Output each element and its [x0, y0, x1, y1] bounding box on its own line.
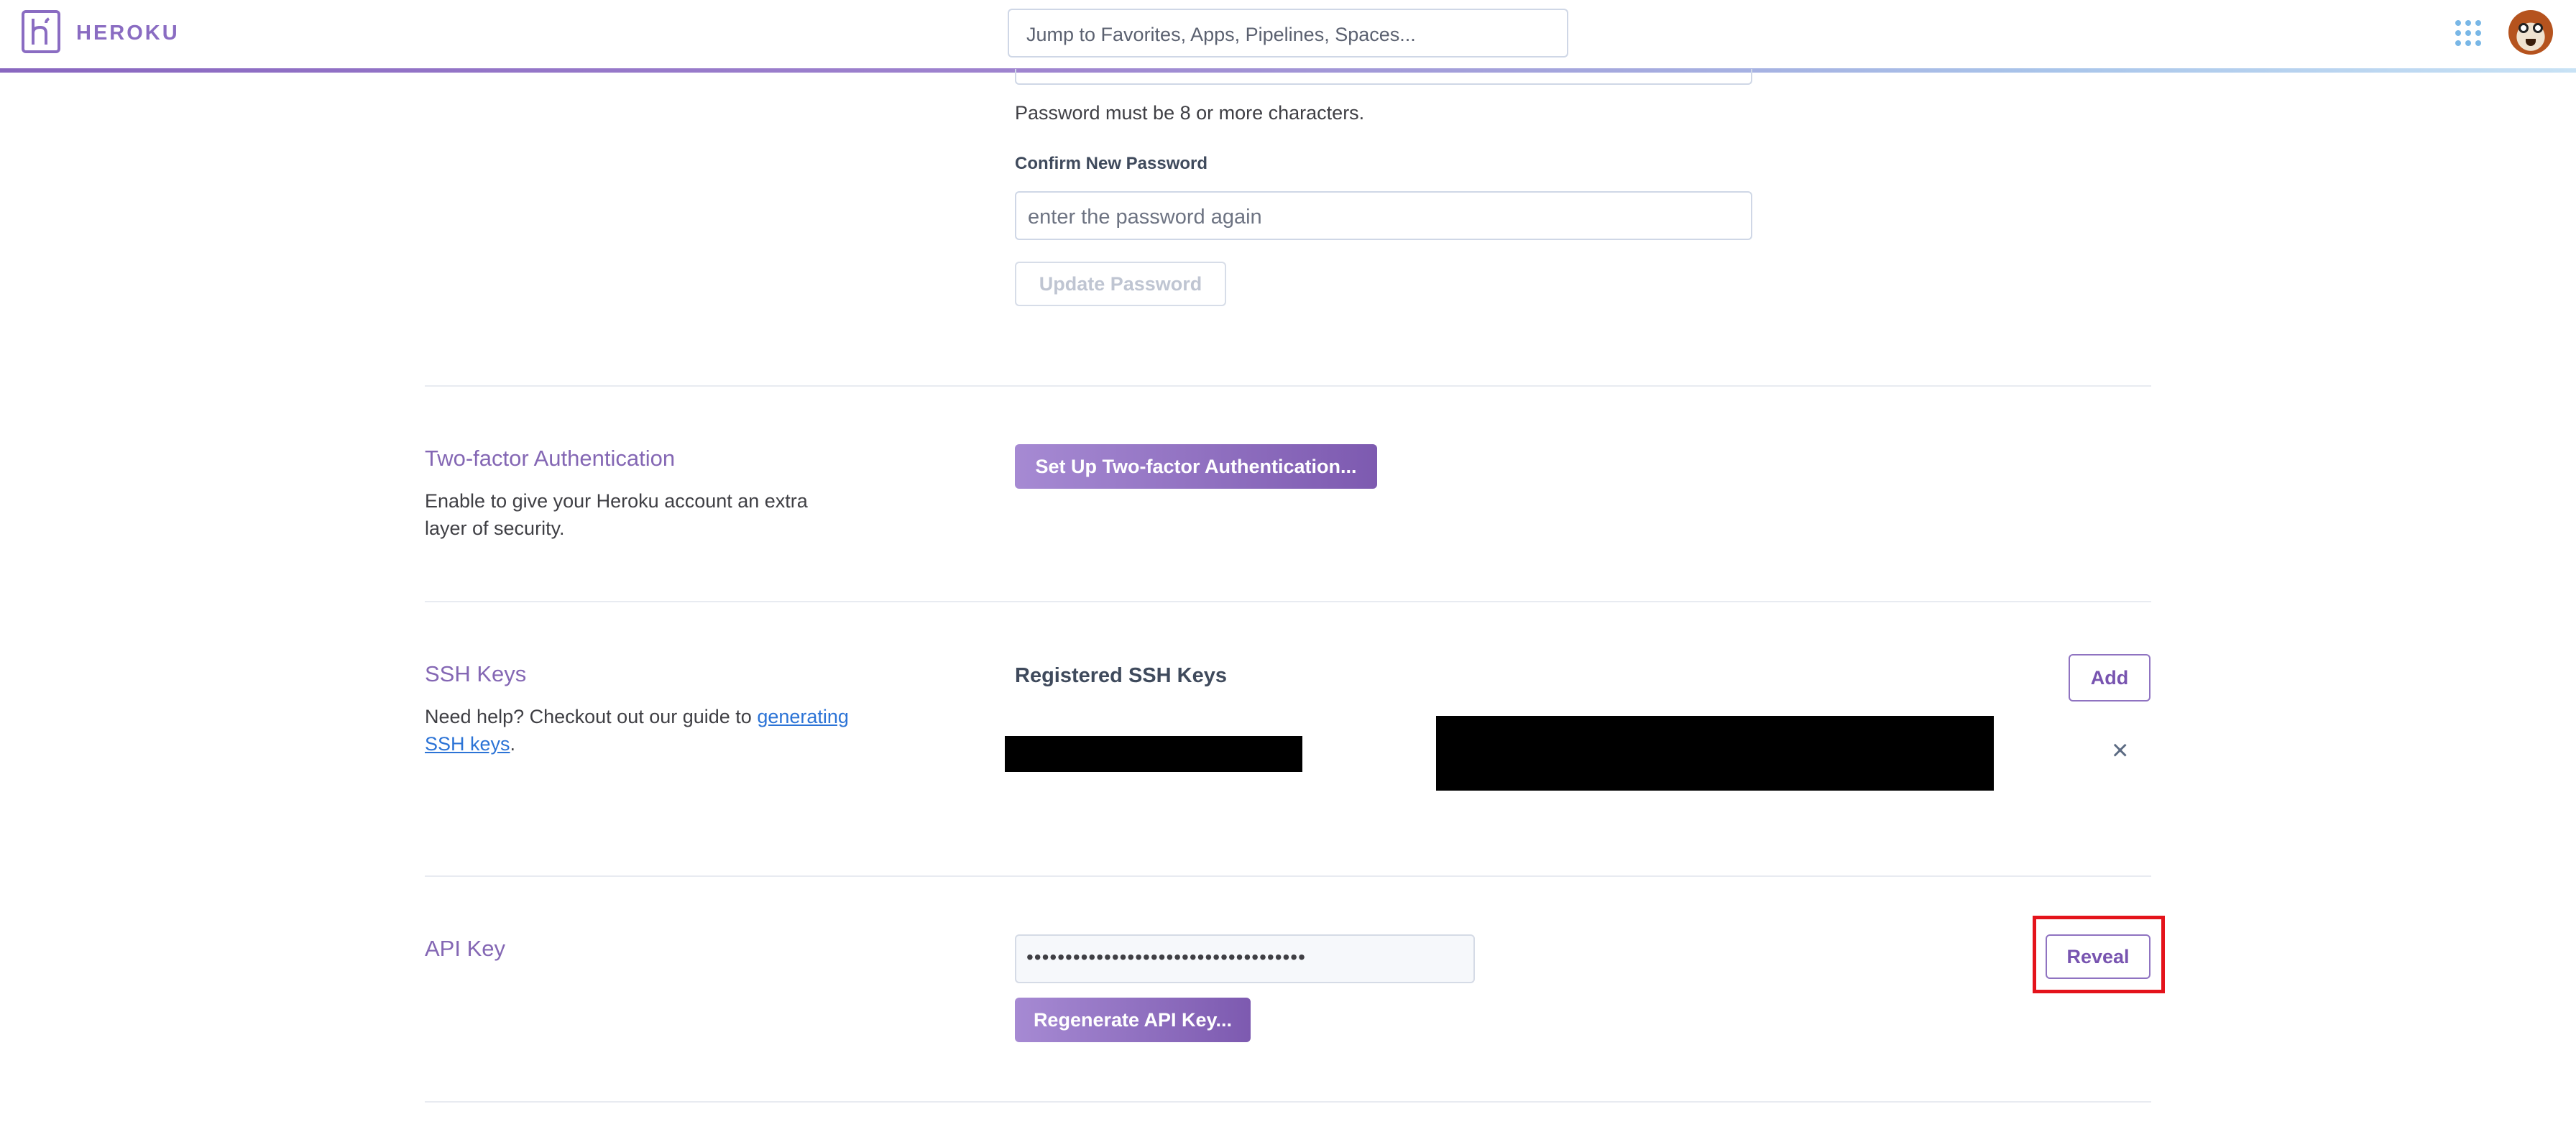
confirm-password-label: Confirm New Password — [1015, 154, 1208, 173]
api-key-field[interactable]: •••••••••••••••••••••••••••••••••••• — [1015, 934, 1475, 983]
ssh-keys-description: Need help? Checkout out our guide to gen… — [425, 703, 856, 758]
remove-ssh-key-icon[interactable]: × — [2112, 735, 2128, 767]
heroku-logo-icon[interactable] — [22, 10, 60, 53]
search-input[interactable]: Jump to Favorites, Apps, Pipelines, Spac… — [1008, 9, 1568, 58]
confirm-password-placeholder: enter the password again — [1028, 206, 1262, 229]
password-hint: Password must be 8 or more characters. — [1015, 102, 1365, 124]
setup-two-factor-button[interactable]: Set Up Two-factor Authentication... — [1015, 444, 1377, 489]
section-divider — [425, 1101, 2151, 1103]
ssh-key-fingerprint-redacted — [1436, 716, 1994, 791]
new-password-field[interactable] — [1015, 69, 1752, 85]
reveal-highlight-box — [2033, 916, 2165, 993]
top-navigation-bar: HEROKU Jump to Favorites, Apps, Pipeline… — [0, 0, 2576, 73]
confirm-password-input[interactable]: enter the password again — [1015, 191, 1752, 240]
ssh-keys-help-suffix: . — [510, 733, 516, 755]
brand-name[interactable]: HEROKU — [76, 22, 180, 45]
update-password-button[interactable]: Update Password — [1015, 262, 1226, 306]
section-divider — [425, 385, 2151, 387]
two-factor-description: Enable to give your Heroku account an ex… — [425, 490, 808, 539]
ssh-key-name-redacted — [1005, 736, 1302, 772]
section-divider — [425, 875, 2151, 877]
registered-ssh-keys-heading: Registered SSH Keys — [1015, 664, 1227, 687]
api-key-masked-value: •••••••••••••••••••••••••••••••••••• — [1026, 946, 1306, 968]
ssh-keys-help-text: Need help? Checkout out our guide to — [425, 706, 758, 727]
section-divider — [425, 601, 2151, 602]
user-avatar[interactable] — [2508, 10, 2553, 55]
regenerate-api-key-button[interactable]: Regenerate API Key... — [1015, 998, 1251, 1042]
two-factor-title: Two-factor Authentication — [425, 446, 676, 471]
search-placeholder: Jump to Favorites, Apps, Pipelines, Spac… — [1026, 24, 1416, 45]
apps-grid-icon[interactable] — [2454, 19, 2483, 47]
api-key-title: API Key — [425, 936, 505, 961]
ssh-keys-title: SSH Keys — [425, 661, 527, 686]
add-ssh-key-button[interactable]: Add — [2069, 654, 2150, 702]
